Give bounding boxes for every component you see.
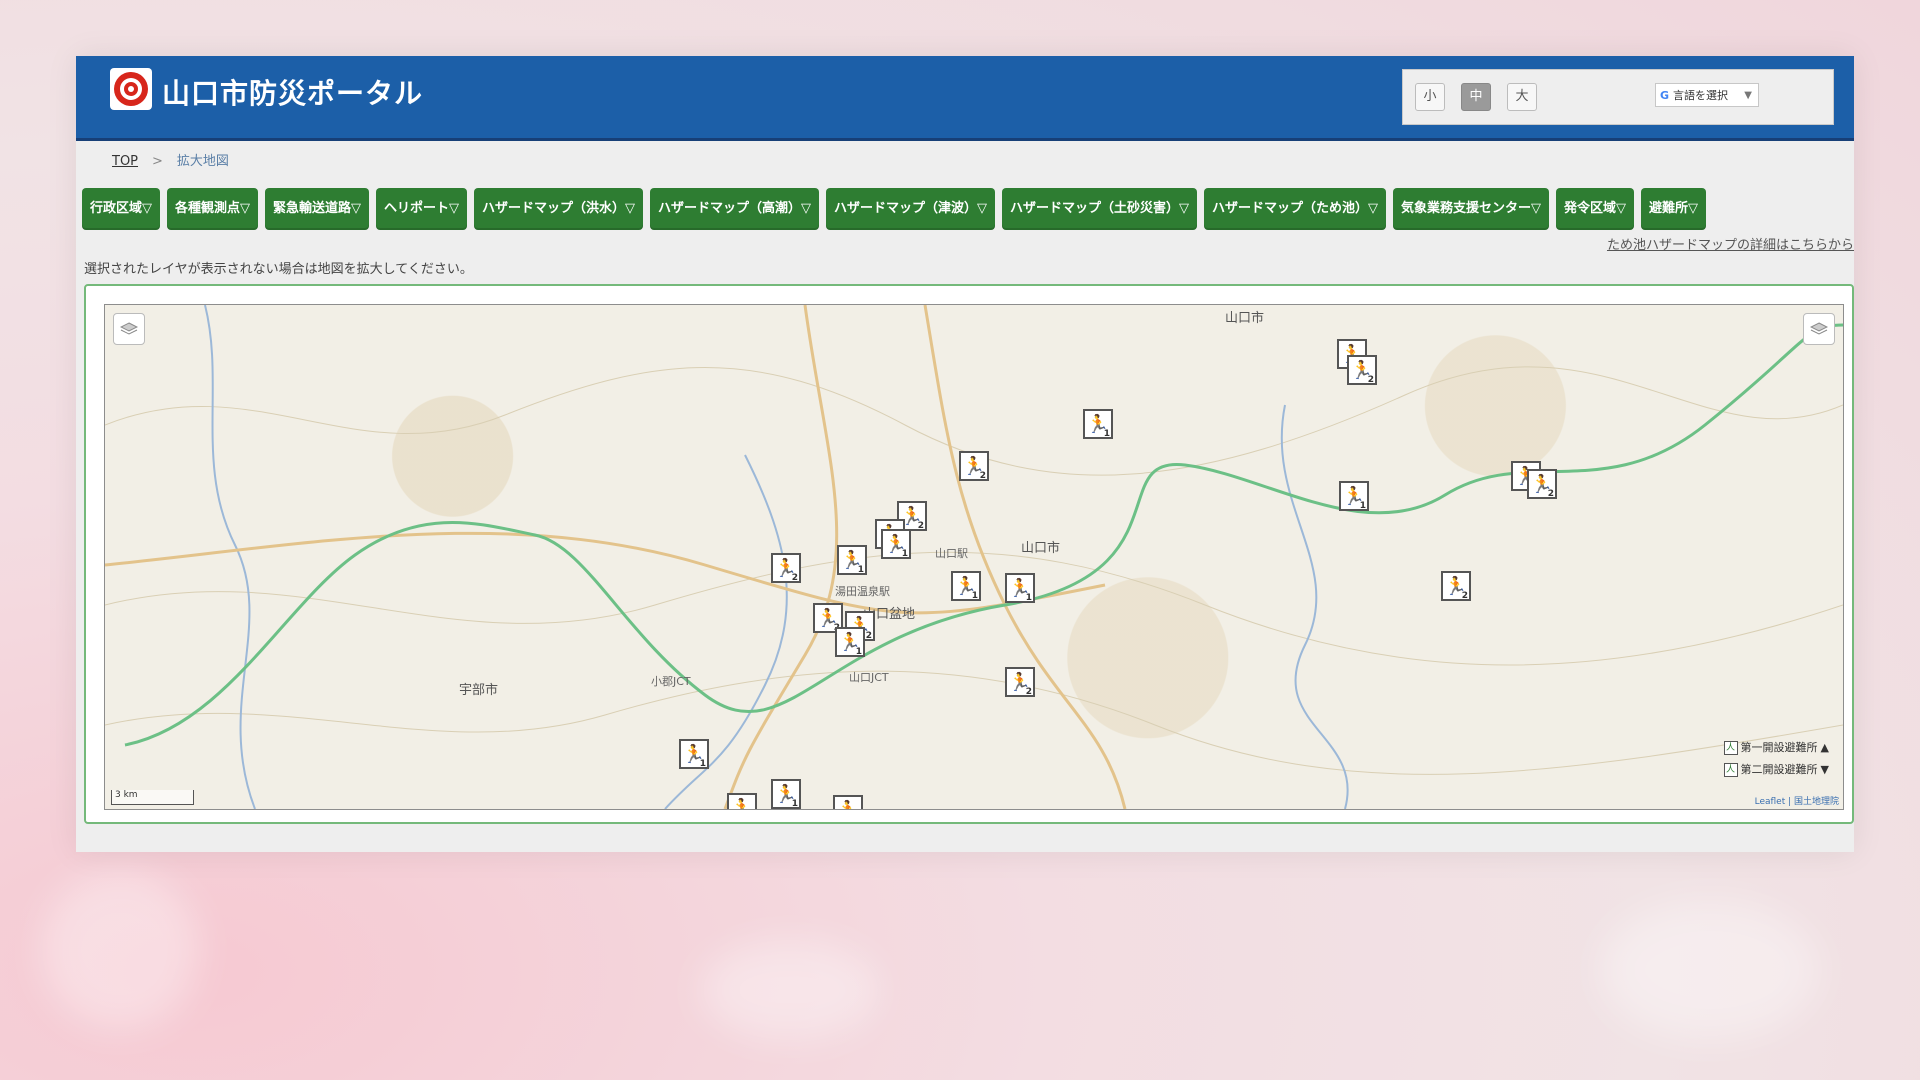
shelter-marker[interactable]: 🏃1: [771, 779, 801, 809]
shelter-marker[interactable]: 🏃2: [959, 451, 989, 481]
layer-menu: 行政区域▽ 各種観測点▽ 緊急輸送道路▽ ヘリポート▽ ハザードマップ（洪水）▽…: [82, 188, 1706, 230]
menu-hazard-storm-surge[interactable]: ハザードマップ（高潮）▽: [650, 188, 819, 230]
menu-heliport[interactable]: ヘリポート▽: [376, 188, 467, 230]
site-title[interactable]: 山口市防災ポータル: [162, 72, 423, 112]
layers-icon-right[interactable]: [1803, 313, 1835, 345]
legend-label: 第一開設避難所: [1740, 741, 1818, 754]
map-label-yamaguchi-jct: 山口JCT: [849, 671, 889, 684]
menu-emergency-roads[interactable]: 緊急輸送道路▽: [265, 188, 369, 230]
shelter-marker[interactable]: 🏃1: [837, 545, 867, 575]
shelter-marker[interactable]: 🏃2: [771, 553, 801, 583]
font-size-medium-button[interactable]: 中: [1461, 83, 1491, 111]
shelter-marker[interactable]: 🏃2: [727, 793, 757, 810]
font-size-small-button[interactable]: 小: [1415, 83, 1445, 111]
pond-hazard-detail-link[interactable]: ため池ハザードマップの詳細はこちらから: [1607, 234, 1854, 253]
map-label-yamaguchi-north: 山口市: [1225, 311, 1265, 326]
shelter-marker[interactable]: 🏃2: [1527, 469, 1557, 499]
menu-observation-points[interactable]: 各種観測点▽: [167, 188, 258, 230]
map-legend: 人 第一開設避難所 ▲ 人 第二開設避難所 ▼: [1723, 737, 1829, 781]
layer-notice: 選択されたレイヤが表示されない場合は地図を拡大してください。: [84, 262, 473, 277]
menu-hazard-landslide[interactable]: ハザードマップ（土砂災害）▽: [1002, 188, 1197, 230]
language-select-label: 言語を選択: [1673, 89, 1729, 102]
chevron-down-icon: ▼: [1744, 90, 1752, 101]
map-frame: 山口市 山口市 山口盆地 宇部市 山口JCT 小郡JCT 湯田温泉駅 山口駅 🏃…: [84, 284, 1854, 824]
legend-item-second-shelter: 人 第二開設避難所 ▼: [1723, 759, 1829, 781]
map-attribution[interactable]: Leaflet | 国土地理院: [1755, 794, 1839, 807]
legend-item-first-shelter: 人 第一開設避難所 ▲: [1723, 737, 1829, 759]
shelter-icon: 人: [1723, 763, 1738, 777]
shelter-marker[interactable]: 🏃2: [833, 795, 863, 810]
layers-icon[interactable]: [113, 313, 145, 345]
map-label-yamaguchi-station: 山口駅: [935, 547, 968, 560]
shelter-marker[interactable]: 🏃1: [1005, 573, 1035, 603]
breadcrumb-top-link[interactable]: TOP: [112, 154, 138, 169]
site-header: 山口市防災ポータル 小 中 大 G 言語を選択 ▼: [76, 56, 1854, 141]
shelter-marker[interactable]: 🏃1: [1339, 481, 1369, 511]
breadcrumb-current: 拡大地図: [176, 154, 229, 169]
header-tools: 小 中 大 G 言語を選択 ▼: [1402, 69, 1834, 125]
running-person-icon: 🏃: [730, 797, 754, 810]
running-person-icon: 🏃: [836, 799, 860, 810]
menu-admin-area[interactable]: 行政区域▽: [82, 188, 160, 230]
map-label-ogori-jct: 小郡JCT: [651, 675, 691, 688]
menu-weather-support[interactable]: 気象業務支援センター▽: [1393, 188, 1549, 230]
shelter-marker[interactable]: 🏃2: [1005, 667, 1035, 697]
shelter-marker[interactable]: 🏃1: [951, 571, 981, 601]
breadcrumb: TOP > 拡大地図: [112, 150, 229, 169]
chevron-down-icon[interactable]: ▼: [1821, 759, 1829, 781]
breadcrumb-separator: >: [152, 154, 163, 169]
language-select[interactable]: G 言語を選択 ▼: [1655, 83, 1759, 107]
shelter-marker[interactable]: 🏃2: [1441, 571, 1471, 601]
menu-hazard-pond[interactable]: ハザードマップ（ため池）▽: [1204, 188, 1386, 230]
map-label-yamaguchi-city: 山口市: [1021, 541, 1061, 556]
map-canvas[interactable]: 山口市 山口市 山口盆地 宇部市 山口JCT 小郡JCT 湯田温泉駅 山口駅 🏃…: [104, 304, 1844, 810]
map-base-layer: [105, 305, 1843, 809]
shelter-marker[interactable]: 🏃1: [835, 627, 865, 657]
map-label-ube-city: 宇部市: [459, 683, 499, 698]
chevron-up-icon[interactable]: ▲: [1821, 737, 1829, 759]
city-logo-icon[interactable]: [110, 68, 152, 110]
font-size-large-button[interactable]: 大: [1507, 83, 1537, 111]
map-scale-bar: 3 km: [111, 790, 194, 805]
shelter-marker[interactable]: 🏃2: [1347, 355, 1377, 385]
menu-hazard-tsunami[interactable]: ハザードマップ（津波）▽: [826, 188, 995, 230]
shelter-marker[interactable]: 🏃1: [1083, 409, 1113, 439]
menu-alert-area[interactable]: 発令区域▽: [1556, 188, 1634, 230]
portal-page: 山口市防災ポータル 小 中 大 G 言語を選択 ▼ TOP > 拡大地図 行政区域▽ …: [76, 56, 1854, 852]
google-icon: G: [1660, 89, 1670, 102]
menu-hazard-flood[interactable]: ハザードマップ（洪水）▽: [474, 188, 643, 230]
shelter-icon: 人: [1723, 741, 1738, 755]
menu-shelters[interactable]: 避難所▽: [1641, 188, 1706, 230]
shelter-marker[interactable]: 🏃1: [679, 739, 709, 769]
map-label-yuda-onsen-station: 湯田温泉駅: [835, 585, 890, 598]
legend-label: 第二開設避難所: [1740, 763, 1818, 776]
shelter-marker[interactable]: 🏃1: [881, 529, 911, 559]
